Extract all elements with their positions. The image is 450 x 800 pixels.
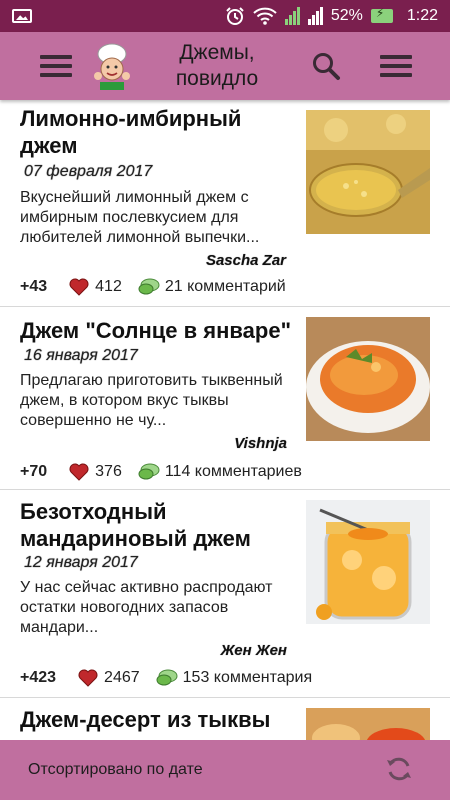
app-bar: Джемы, повидло bbox=[0, 32, 450, 100]
refresh-icon[interactable] bbox=[384, 754, 414, 784]
recipe-title[interactable]: Лимонно-имбирный джем bbox=[20, 105, 292, 159]
recipe-stats: +43 412 21 комментарий bbox=[20, 278, 286, 296]
rating[interactable]: +43 bbox=[20, 278, 47, 296]
heart-icon[interactable] bbox=[69, 278, 89, 296]
battery-charging-icon bbox=[370, 6, 393, 23]
status-bar: 52% 1:22 bbox=[0, 0, 450, 32]
recipe-date: 12 января 2017 bbox=[24, 554, 138, 571]
recipe-stats: +70 376 114 комментариев bbox=[20, 463, 302, 481]
recipe-card[interactable]: Джем "Солнце в январе" 16 января 2017 Пр… bbox=[0, 307, 450, 490]
recipe-list[interactable]: Лимонно-имбирный джем 07 февраля 2017 Вк… bbox=[0, 100, 450, 740]
recipe-author[interactable]: Sascha Zar bbox=[206, 252, 286, 269]
comments-count[interactable]: 21 комментарий bbox=[165, 278, 286, 296]
likes-count: 2467 bbox=[104, 669, 140, 686]
comments-count[interactable]: 153 комментария bbox=[183, 669, 313, 687]
comments-icon[interactable] bbox=[156, 669, 178, 687]
recipe-description: У нас сейчас активно распродают остатки … bbox=[20, 579, 273, 636]
recipe-title[interactable]: Джем "Солнце в январе" bbox=[20, 317, 292, 344]
recipe-card[interactable]: Джем-десерт из тыквы bbox=[0, 698, 450, 740]
recipe-card[interactable]: Безотходный мандариновый джем 12 января … bbox=[0, 490, 450, 698]
menu-icon[interactable] bbox=[40, 55, 72, 77]
recipe-image[interactable] bbox=[306, 500, 430, 624]
signal-2-icon bbox=[307, 7, 323, 25]
recipe-author[interactable]: Vishnja bbox=[234, 435, 287, 452]
chef-logo[interactable] bbox=[88, 42, 136, 90]
battery-percent: 52% bbox=[330, 7, 363, 24]
rating[interactable]: +70 bbox=[20, 463, 47, 481]
likes-count: 412 bbox=[95, 278, 122, 295]
recipe-image[interactable] bbox=[306, 317, 430, 441]
rating[interactable]: +423 bbox=[20, 669, 56, 687]
likes-count: 376 bbox=[95, 463, 122, 480]
page-title: Джемы, повидло bbox=[175, 41, 259, 90]
heart-icon[interactable] bbox=[69, 463, 89, 481]
comments-count[interactable]: 114 комментариев bbox=[165, 463, 302, 481]
wifi-icon bbox=[253, 7, 277, 25]
recipe-image[interactable] bbox=[306, 708, 430, 740]
heart-icon[interactable] bbox=[78, 669, 98, 687]
recipe-image[interactable] bbox=[306, 110, 430, 234]
recipe-card[interactable]: Лимонно-имбирный джем 07 февраля 2017 Вк… bbox=[0, 100, 450, 307]
recipe-description: Предлагаю приготовить тыквенный джем, в … bbox=[20, 372, 283, 429]
recipe-stats: +423 2467 153 комментария bbox=[20, 669, 312, 687]
clock: 1:22 bbox=[406, 7, 438, 24]
comments-icon[interactable] bbox=[138, 463, 160, 481]
recipe-description: Вкуснейший лимонный джем с имбирным посл… bbox=[20, 189, 260, 246]
search-icon[interactable] bbox=[310, 50, 342, 82]
signal-icon bbox=[284, 7, 300, 25]
comments-icon[interactable] bbox=[138, 278, 160, 296]
recipe-date: 07 февраля 2017 bbox=[24, 163, 153, 180]
bottom-bar: Отсортировано по дате bbox=[0, 740, 450, 800]
recipe-title[interactable]: Джем-десерт из тыквы bbox=[20, 706, 292, 733]
recipe-date: 16 января 2017 bbox=[24, 347, 138, 364]
more-menu-icon[interactable] bbox=[380, 55, 412, 77]
recipe-title[interactable]: Безотходный мандариновый джем bbox=[20, 498, 292, 552]
alarm-icon bbox=[226, 7, 244, 25]
recipe-author[interactable]: Жен Жен bbox=[221, 642, 287, 659]
sort-label[interactable]: Отсортировано по дате bbox=[28, 761, 203, 779]
image-icon bbox=[12, 9, 32, 23]
